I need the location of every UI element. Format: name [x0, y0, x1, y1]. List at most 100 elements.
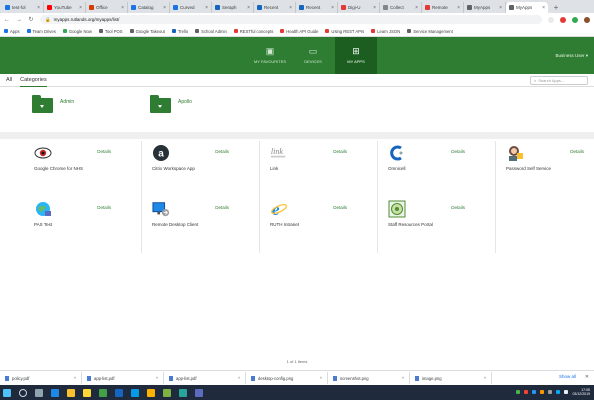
browser-tab[interactable]: Curved × [170, 2, 212, 13]
download-item[interactable]: image.png ^ [410, 372, 492, 384]
browser-tab[interactable]: Office × [86, 2, 128, 13]
bookmark-item[interactable]: Service Management [407, 29, 453, 34]
chevron-up-icon[interactable]: ^ [238, 376, 240, 381]
download-item[interactable]: policy.pdf ^ [0, 372, 82, 384]
bookmark-item[interactable]: Learn JSON [371, 29, 400, 34]
new-tab-button[interactable]: + [551, 2, 561, 13]
tray-icon[interactable] [548, 390, 553, 394]
close-tab-icon[interactable]: × [247, 5, 250, 11]
app-tile[interactable]: Details Omnicell [378, 141, 496, 197]
close-tab-icon[interactable]: × [542, 5, 545, 11]
forward-icon[interactable]: → [16, 17, 22, 23]
close-icon[interactable]: ✕ [585, 374, 589, 380]
user-menu[interactable]: Business User ▾ [555, 53, 588, 59]
chevron-up-icon[interactable]: ^ [484, 376, 486, 381]
bookmark-item[interactable]: School Admin [195, 29, 227, 34]
bookmark-item[interactable]: Trello [171, 29, 188, 34]
windows-start-icon[interactable] [3, 388, 11, 397]
search-icon[interactable] [19, 388, 27, 397]
details-link[interactable]: Details [451, 149, 465, 154]
app-tile[interactable]: link Details Link [260, 141, 378, 197]
details-link[interactable]: Details [215, 149, 229, 154]
tab-categories[interactable]: Categories [20, 74, 47, 87]
network-icon[interactable] [556, 390, 561, 394]
close-tab-icon[interactable]: × [373, 5, 376, 11]
close-tab-icon[interactable]: × [37, 5, 40, 11]
bookmark-item[interactable]: Google Takeout [129, 29, 165, 34]
browser-tab[interactable]: YouTube × [44, 2, 86, 13]
search-input[interactable]: ⌕ Search Apps... [530, 76, 588, 85]
download-item[interactable]: app-list.pdf ^ [164, 372, 246, 384]
download-item[interactable]: screenshot.png ^ [328, 372, 410, 384]
close-tab-icon[interactable]: × [415, 5, 418, 11]
app-tile[interactable]: e Details RUTH Intranet [260, 197, 378, 253]
task-view-icon[interactable] [35, 388, 43, 397]
details-link[interactable]: Details [570, 149, 584, 154]
details-link[interactable]: Details [333, 149, 347, 154]
tray-icon[interactable] [524, 390, 529, 394]
volume-icon[interactable] [564, 390, 569, 394]
nav-my-apps[interactable]: ⊞ MY APPS [335, 37, 377, 74]
details-link[interactable]: Details [215, 205, 229, 210]
close-tab-icon[interactable]: × [79, 5, 82, 11]
bookmark-item[interactable]: RESTful concepts [233, 29, 273, 34]
details-link[interactable]: Details [451, 205, 465, 210]
folder-admin[interactable]: Admin [32, 95, 74, 113]
folder-apollo[interactable]: Apollo [150, 95, 192, 113]
app-tile[interactable]: Details Google Chrome for NHS [24, 141, 142, 197]
profile-avatar[interactable] [584, 16, 590, 23]
browser-tab[interactable]: test-fol × [2, 2, 44, 13]
download-item[interactable]: app-list.pdf ^ [82, 372, 164, 384]
close-tab-icon[interactable]: × [457, 5, 460, 11]
app-tile[interactable]: Details PAS Test [24, 197, 142, 253]
url-field[interactable]: 🔒 myapps.rutlands.org/myapps/list/ [40, 15, 542, 24]
tray-icon[interactable] [516, 390, 521, 394]
browser-tab[interactable]: Recent × [296, 2, 338, 13]
bookmark-item[interactable]: Health API Guide [280, 29, 318, 34]
chevron-up-icon[interactable]: ^ [156, 376, 158, 381]
details-link[interactable]: Details [333, 205, 347, 210]
app-tile[interactable]: Details Staff Resources Portal [378, 197, 496, 253]
tray-icon[interactable] [540, 390, 545, 394]
extension-icon[interactable] [572, 16, 578, 23]
bookmark-star-icon[interactable] [548, 16, 554, 23]
app-taskbar-icon[interactable] [115, 388, 123, 397]
browser-tab[interactable]: Catalog × [128, 2, 170, 13]
details-link[interactable]: Details [97, 205, 111, 210]
tray-icon[interactable] [532, 390, 537, 394]
ie-taskbar-icon[interactable] [51, 388, 59, 397]
app-taskbar-icon[interactable] [131, 388, 139, 397]
app-taskbar-icon[interactable] [179, 388, 187, 397]
nav-devices[interactable]: ▭ DEVICES [292, 37, 334, 74]
bookmark-item[interactable]: Apps [4, 29, 20, 34]
download-item[interactable]: desktop-config.png ^ [246, 372, 328, 384]
close-tab-icon[interactable]: × [289, 5, 292, 11]
browser-tab[interactable]: Digi-U × [338, 2, 380, 13]
browser-tab[interactable]: Recent × [254, 2, 296, 13]
back-icon[interactable]: ← [4, 17, 10, 23]
extension-icon[interactable] [560, 16, 566, 23]
close-tab-icon[interactable]: × [121, 5, 124, 11]
clock[interactable]: 17:05 03/12/2019 [572, 388, 590, 396]
details-link[interactable]: Details [97, 149, 111, 154]
app-tile[interactable]: Details Password Self Service [496, 141, 594, 197]
file-explorer-icon[interactable] [83, 388, 91, 397]
app-tile[interactable]: Details Remote Desktop Client [142, 197, 260, 253]
app-taskbar-icon[interactable] [99, 388, 107, 397]
app-tile[interactable]: a Details Citrix Workspace App [142, 141, 260, 197]
browser-tab[interactable]: Remote × [422, 2, 464, 13]
close-tab-icon[interactable]: × [163, 5, 166, 11]
tab-all[interactable]: All [6, 74, 12, 86]
browser-tab[interactable]: Seraph × [212, 2, 254, 13]
app-taskbar-icon[interactable] [195, 388, 203, 397]
chevron-up-icon[interactable]: ^ [402, 376, 404, 381]
close-tab-icon[interactable]: × [331, 5, 334, 11]
chevron-up-icon[interactable]: ^ [74, 376, 76, 381]
app-taskbar-icon[interactable] [163, 388, 171, 397]
chevron-up-icon[interactable]: ^ [320, 376, 322, 381]
show-all-downloads-button[interactable]: Show all [559, 374, 576, 379]
bookmark-item[interactable]: Google Now [62, 29, 92, 34]
browser-tab[interactable]: MyApps × [464, 2, 506, 13]
app-taskbar-icon[interactable] [147, 388, 155, 397]
browser-tab[interactable]: MyApps × [506, 2, 548, 13]
